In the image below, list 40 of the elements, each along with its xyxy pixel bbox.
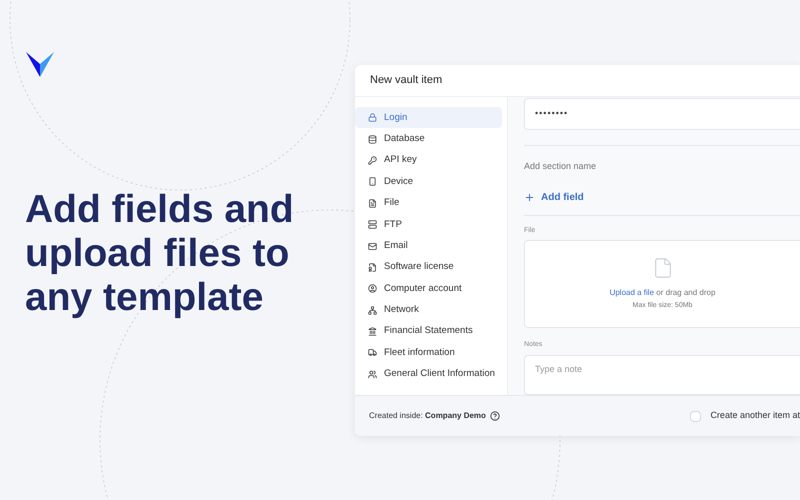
document-badge-icon	[368, 262, 377, 272]
plus-icon	[524, 192, 535, 202]
truck-icon	[368, 348, 377, 358]
add-field-button[interactable]: Add field	[524, 190, 584, 204]
help-icon[interactable]	[490, 411, 500, 421]
sidebar-item[interactable]: Device	[355, 171, 502, 193]
sidebar-item[interactable]: Computer account	[355, 278, 502, 300]
sidebar-item[interactable]: Network	[355, 300, 502, 321]
logo-icon	[25, 50, 55, 78]
create-another-checkbox[interactable]	[690, 410, 702, 422]
sidebar-item[interactable]: General Client Information	[355, 364, 502, 386]
database-icon	[368, 134, 377, 144]
headline: Add fields and upload files to any template	[25, 188, 295, 320]
sidebar-item[interactable]: Database	[355, 128, 502, 150]
user-circle-icon	[368, 284, 377, 294]
file-icon	[368, 198, 377, 208]
sidebar-item[interactable]: Login	[355, 107, 502, 128]
upload-link[interactable]: Upload a file	[610, 288, 654, 297]
sidebar-item[interactable]: Software license	[355, 256, 502, 278]
created-inside-text: Created inside: Company Demo	[369, 410, 486, 422]
envelope-icon	[368, 242, 377, 251]
users-icon	[368, 370, 377, 379]
sidebar-item[interactable]: API key	[355, 150, 502, 172]
server-icon	[368, 220, 377, 230]
sidebar-item[interactable]: FTP	[355, 214, 502, 236]
key-icon	[368, 156, 377, 165]
section-name-field[interactable]: Add section name	[524, 160, 800, 174]
bank-icon	[368, 327, 377, 336]
create-another-label: Create another item at	[710, 409, 800, 422]
device-icon	[368, 177, 377, 186]
sidebar-item[interactable]: Email	[355, 235, 502, 257]
sidebar-item[interactable]: File	[355, 192, 502, 214]
sidebar-item[interactable]: Fleet information	[355, 342, 502, 364]
drag-drop-text: or drag and drop	[656, 288, 716, 297]
password-field[interactable]: ••••••••	[524, 98, 800, 130]
network-icon	[368, 306, 377, 315]
notes-field[interactable]: Type a note	[524, 354, 800, 394]
dialog-title: New vault item	[370, 73, 442, 88]
sidebar-item[interactable]: Financial Statements	[355, 320, 502, 342]
lock-icon	[368, 113, 377, 122]
